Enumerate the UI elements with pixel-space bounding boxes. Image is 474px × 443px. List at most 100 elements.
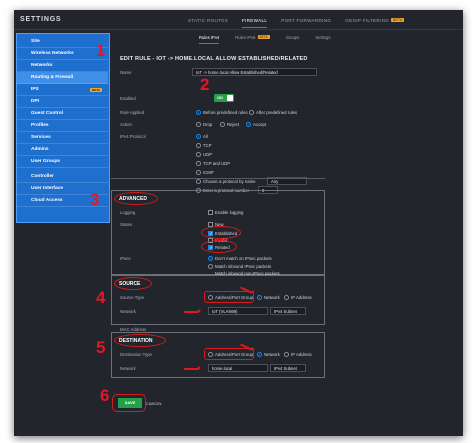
step-number: 2 xyxy=(200,75,210,94)
sidebar-item-user-groups[interactable]: User Groups xyxy=(17,156,108,168)
top-tabs: STATIC ROUTES FIREWALL PORT FORWARDING G… xyxy=(188,14,405,28)
settings-window: SETTINGS STATIC ROUTES FIREWALL PORT FOR… xyxy=(14,10,463,436)
sidebar-item-networks[interactable]: Networks xyxy=(17,60,108,72)
sub-tabs: Rules IPv4 Rules IPv6 BETA Groups Setting… xyxy=(199,35,330,44)
step-number: 3 xyxy=(90,190,100,209)
radio-protocol-all[interactable] xyxy=(196,134,201,139)
annotation-ring xyxy=(114,277,152,290)
logging-label: Logging xyxy=(120,210,136,215)
annotation-ring xyxy=(201,240,237,253)
beta-badge: BETA xyxy=(391,18,405,22)
app-title: SETTINGS xyxy=(20,16,62,23)
states-label: States xyxy=(120,222,133,227)
option-label: Reject xyxy=(227,122,240,127)
tab-label: GEOIP FILTERING xyxy=(345,18,390,23)
radio-protocol-tcp[interactable] xyxy=(196,143,201,148)
sidebar-item-site[interactable]: Site xyxy=(17,36,108,48)
step-number: 5 xyxy=(96,338,106,357)
sidebar-item-profiles[interactable]: Profiles xyxy=(17,120,108,132)
sidebar-item-controller[interactable]: Controller xyxy=(17,171,108,183)
option-label: After predefined rules xyxy=(256,110,298,115)
enabled-label: Enabled xyxy=(120,96,136,101)
name-input[interactable]: IoT -> home.local Allow Established/Rela… xyxy=(192,68,317,76)
option-label: Before predefined rules xyxy=(203,110,248,115)
destination-subnet-select[interactable]: IPv4 Subnet xyxy=(270,364,306,372)
option-label: Drop xyxy=(203,122,213,127)
sidebar-item-guest-control[interactable]: Guest Control xyxy=(17,108,108,120)
destination-network-label: Network xyxy=(120,366,136,371)
option-label: All xyxy=(203,134,208,139)
enabled-toggle[interactable]: ON xyxy=(214,94,234,102)
annotation-ring xyxy=(114,334,166,347)
option-label: IP Address xyxy=(291,352,312,357)
option-label: Don't match on IPsec packets xyxy=(215,256,272,261)
subtab-settings[interactable]: Settings xyxy=(315,35,330,44)
option-label: Accept xyxy=(253,122,267,127)
step-number: 4 xyxy=(96,288,106,307)
tab-port-forwarding[interactable]: PORT FORWARDING xyxy=(281,14,331,28)
option-label: IP Address xyxy=(291,295,312,300)
sidebar-item-services[interactable]: Services xyxy=(17,132,108,144)
tab-firewall[interactable]: FIREWALL xyxy=(241,14,268,28)
radio-reject[interactable] xyxy=(220,122,225,127)
radio-drop[interactable] xyxy=(196,122,201,127)
subtab-rules-ipv6[interactable]: Rules IPv6 BETA xyxy=(235,35,270,44)
step-number: 6 xyxy=(100,386,110,405)
ipsec-label: IPsec xyxy=(120,256,131,261)
radio-destination-ip-address[interactable] xyxy=(284,352,289,357)
rule-applied-label: Rule Applied xyxy=(120,110,145,115)
radio-source-ip-address[interactable] xyxy=(284,295,289,300)
annotation-arrow xyxy=(184,309,201,313)
page-title: EDIT RULE - IOT -> HOME.LOCAL ALLOW ESTA… xyxy=(120,56,308,62)
annotation-arrow xyxy=(184,366,201,370)
subtab-rules-ipv4[interactable]: Rules IPv4 xyxy=(199,35,220,44)
destination-network-select[interactable]: home.local xyxy=(208,364,268,372)
annotation-ring xyxy=(112,394,146,412)
radio-source-network[interactable] xyxy=(257,295,262,300)
step-number: 1 xyxy=(96,41,106,60)
subtab-label: Rules IPv6 xyxy=(235,35,256,40)
option-label: Network xyxy=(264,295,280,300)
option-label: Enable logging xyxy=(215,210,244,215)
source-network-select[interactable]: IoT (VLAN69) xyxy=(208,307,268,315)
cancel-button[interactable]: CANCEL xyxy=(146,401,162,406)
annotation-ring xyxy=(114,192,158,205)
name-label: Name xyxy=(120,70,132,75)
option-label: TCP xyxy=(203,143,212,148)
radio-after-predefined[interactable] xyxy=(249,110,254,115)
sidebar-item-dpi[interactable]: DPI xyxy=(17,96,108,108)
toggle-label: ON xyxy=(217,95,223,100)
sidebar-item-admins[interactable]: Admins xyxy=(17,144,108,156)
option-label: TCP and UDP xyxy=(203,161,231,166)
action-label: Action xyxy=(120,122,132,127)
radio-accept[interactable] xyxy=(246,122,251,127)
source-subnet-select[interactable]: IPv4 Subnet xyxy=(270,307,306,315)
annotation-box xyxy=(204,348,254,360)
annotation-box xyxy=(204,291,254,303)
sidebar-item-ips[interactable]: IPS BETA xyxy=(17,84,108,96)
destination-type-label: Destination Type xyxy=(120,352,152,357)
source-network-label: Network xyxy=(120,309,136,314)
option-label: Network xyxy=(264,352,280,357)
top-bar: SETTINGS STATIC ROUTES FIREWALL PORT FOR… xyxy=(14,10,463,30)
radio-protocol-udp[interactable] xyxy=(196,152,201,157)
tab-static-routes[interactable]: STATIC ROUTES xyxy=(188,14,228,28)
radio-ipsec-no-match[interactable] xyxy=(208,256,213,261)
subtab-groups[interactable]: Groups xyxy=(286,35,300,44)
radio-before-predefined[interactable] xyxy=(196,110,201,115)
tab-geoip-filtering[interactable]: GEOIP FILTERING BETA xyxy=(345,14,405,28)
option-label: ICMP xyxy=(203,170,214,175)
protocol-label: IPv4 Protocol xyxy=(120,134,146,139)
toggle-knob xyxy=(227,95,233,101)
option-label: UDP xyxy=(203,152,213,157)
option-label: Match inbound IPsec packets xyxy=(215,264,272,269)
radio-protocol-icmp[interactable] xyxy=(196,170,201,175)
beta-badge: BETA xyxy=(257,35,270,39)
sidebar-item-wireless-networks[interactable]: Wireless Networks xyxy=(17,48,108,60)
sidebar-item-routing-firewall[interactable]: Routing & Firewall xyxy=(17,72,108,84)
radio-protocol-tcp-udp[interactable] xyxy=(196,161,201,166)
sidebar-item-label: IPS xyxy=(31,87,39,92)
radio-destination-network[interactable] xyxy=(257,352,262,357)
logging-checkbox[interactable] xyxy=(208,210,213,215)
radio-ipsec-inbound[interactable] xyxy=(208,264,213,269)
